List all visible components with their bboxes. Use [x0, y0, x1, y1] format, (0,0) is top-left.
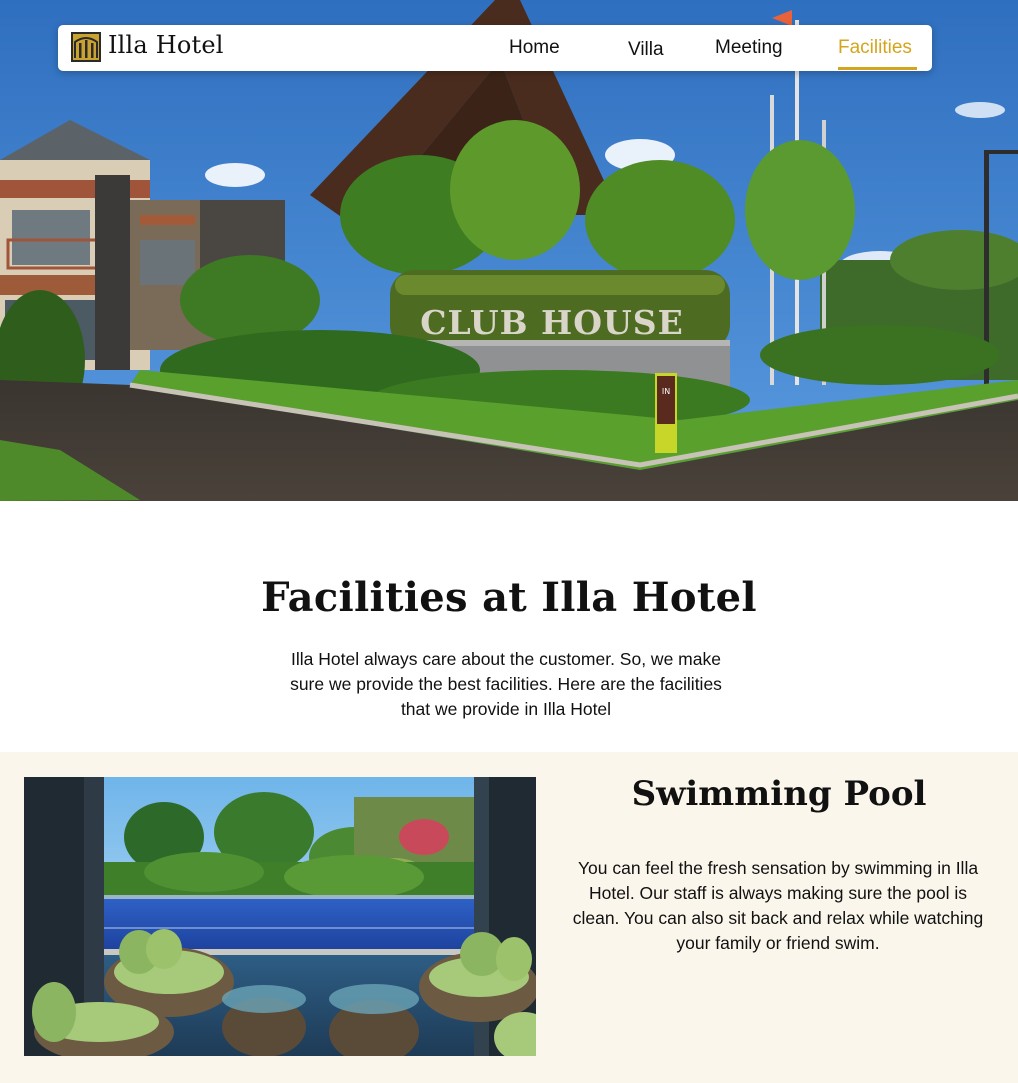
- top-nav: Illa Hotel Home Villa Meeting Facilities: [58, 25, 932, 71]
- page-title: Facilities at Illa Hotel: [261, 574, 757, 621]
- facility-section-swimming-pool: Swimming Pool You can feel the fresh sen…: [0, 752, 1018, 1083]
- facility-title: Swimming Pool: [631, 774, 927, 814]
- nav-active-indicator: [838, 67, 917, 70]
- clubhouse-sign-text: CLUB HOUSE: [420, 303, 684, 342]
- hotel-logo-icon[interactable]: [71, 32, 101, 62]
- swimming-pool-image: [24, 777, 536, 1056]
- brand-name[interactable]: Illa Hotel: [108, 31, 224, 59]
- intro-paragraph: Illa Hotel always care about the custome…: [290, 649, 722, 719]
- nav-villa-link[interactable]: Villa: [628, 39, 664, 61]
- hero-image: CLUB HOUSE IN: [0, 0, 1018, 501]
- post-sign-text: IN: [662, 387, 670, 396]
- nav-facilities-link[interactable]: Facilities: [838, 37, 912, 59]
- nav-home-link[interactable]: Home: [509, 37, 560, 59]
- facility-description: You can feel the fresh sensation by swim…: [572, 858, 984, 953]
- nav-meeting-link[interactable]: Meeting: [715, 37, 783, 59]
